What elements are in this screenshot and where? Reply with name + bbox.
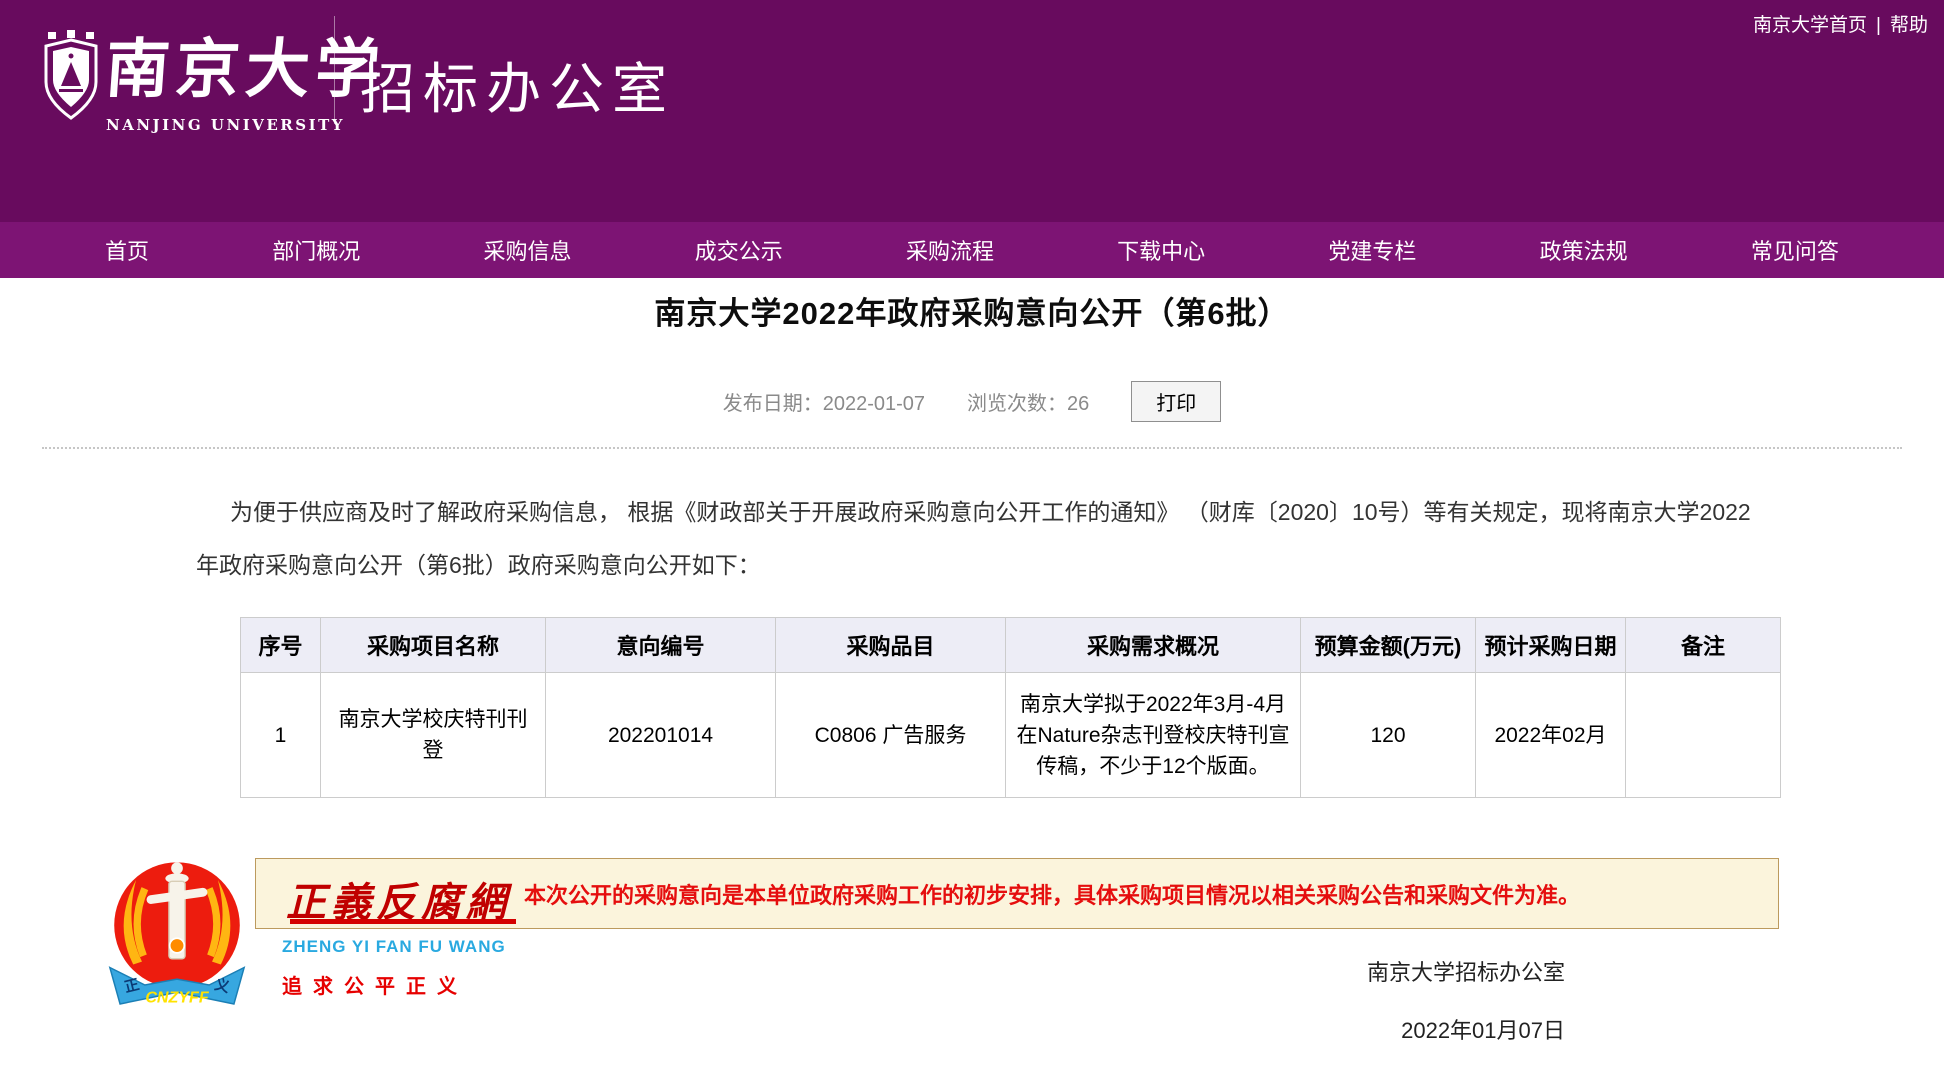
badge-left-char: 正	[123, 976, 142, 996]
nav-item-1[interactable]: 首页	[105, 234, 149, 266]
nav-item-3[interactable]: 采购信息	[483, 234, 571, 266]
publish-date-value: 2022-01-07	[823, 393, 925, 415]
column-header: 序号	[241, 618, 321, 673]
home-link[interactable]: 南京大学首页	[1753, 15, 1867, 36]
signature-block: 南京大学招标办公室 2022年01月07日	[1367, 955, 1565, 1045]
site-header: 南京大学首页 | 帮助 南京大学 NANJING UNIVERSITY 招标办公室	[0, 0, 1944, 222]
nav-item-9[interactable]: 常见问答	[1751, 234, 1839, 266]
procurement-table: 序号采购项目名称意向编号采购品目采购需求概况预算金额(万元)预计采购日期备注 1…	[240, 617, 1781, 798]
publish-date-label: 发布日期：	[723, 393, 823, 415]
table-header-row: 序号采购项目名称意向编号采购品目采购需求概况预算金额(万元)预计采购日期备注	[241, 618, 1781, 673]
table-body: 1南京大学校庆特刊刊登202201014C0806 广告服务南京大学拟于2022…	[241, 673, 1781, 798]
column-header: 备注	[1626, 618, 1781, 673]
nav-item-5[interactable]: 采购流程	[906, 234, 994, 266]
link-separator: |	[1876, 15, 1881, 36]
column-header: 采购需求概况	[1006, 618, 1301, 673]
university-name-en: NANJING UNIVERSITY	[106, 116, 345, 134]
table-cell: 202201014	[546, 673, 776, 798]
view-count: 浏览次数：26	[967, 387, 1089, 416]
brand-divider	[334, 16, 335, 124]
university-name-cn: 南京大学	[103, 18, 389, 110]
column-header: 预计采购日期	[1476, 618, 1626, 673]
column-header: 意向编号	[546, 618, 776, 673]
meta-row: 发布日期：2022-01-07 浏览次数：26 打印	[0, 381, 1944, 422]
nav-item-7[interactable]: 党建专栏	[1328, 234, 1416, 266]
table-cell: 2022年02月	[1476, 673, 1626, 798]
help-link[interactable]: 帮助	[1890, 15, 1928, 36]
university-emblem-icon[interactable]	[42, 30, 100, 122]
nav-item-2[interactable]: 部门概况	[272, 234, 360, 266]
main-nav: 首页 部门概况 采购信息 成交公示 采购流程 下载中心 党建专栏 政策法规 常见问答	[0, 222, 1944, 278]
column-header: 采购项目名称	[321, 618, 546, 673]
view-count-value: 26	[1067, 393, 1089, 415]
table-cell: 120	[1301, 673, 1476, 798]
nav-item-6[interactable]: 下载中心	[1117, 234, 1205, 266]
badge-text: CNZYFF	[145, 989, 209, 1007]
table-cell: 南京大学校庆特刊刊登	[321, 673, 546, 798]
watermark-slogan: 追求公平正义	[282, 970, 468, 999]
section-divider	[42, 447, 1902, 449]
signature-org: 南京大学招标办公室	[1367, 955, 1565, 987]
table-cell: 1	[241, 673, 321, 798]
view-count-label: 浏览次数：	[967, 393, 1067, 415]
table-row: 1南京大学校庆特刊刊登202201014C0806 广告服务南京大学拟于2022…	[241, 673, 1781, 798]
watermark-underline	[290, 919, 516, 924]
print-button[interactable]: 打印	[1131, 381, 1221, 422]
top-links: 南京大学首页 | 帮助	[1753, 10, 1928, 37]
signature-date: 2022年01月07日	[1367, 1013, 1565, 1045]
office-title: 招标办公室	[360, 44, 675, 124]
nav-item-4[interactable]: 成交公示	[695, 234, 783, 266]
publish-date: 发布日期：2022-01-07	[723, 387, 925, 416]
table-cell	[1626, 673, 1781, 798]
page-title: 南京大学2022年政府采购意向公开（第6批）	[0, 288, 1944, 333]
anticorruption-site-logo-icon: 正 义 CNZYFF	[104, 856, 250, 1022]
table-cell: 南京大学拟于2022年3月-4月在Nature杂志刊登校庆特刊宣传稿，不少于12…	[1006, 673, 1301, 798]
column-header: 采购品目	[776, 618, 1006, 673]
table-cell: C0806 广告服务	[776, 673, 1006, 798]
notice-text: 本次公开的采购意向是本单位政府采购工作的初步安排，具体采购项目情况以相关采购公告…	[524, 878, 1580, 910]
nav-item-8[interactable]: 政策法规	[1540, 234, 1628, 266]
intro-paragraph: 为便于供应商及时了解政府采购信息， 根据《财政部关于开展政府采购意向公开工作的通…	[196, 486, 1756, 592]
watermark-name-en: ZHENG YI FAN FU WANG	[282, 937, 506, 957]
column-header: 预算金额(万元)	[1301, 618, 1476, 673]
